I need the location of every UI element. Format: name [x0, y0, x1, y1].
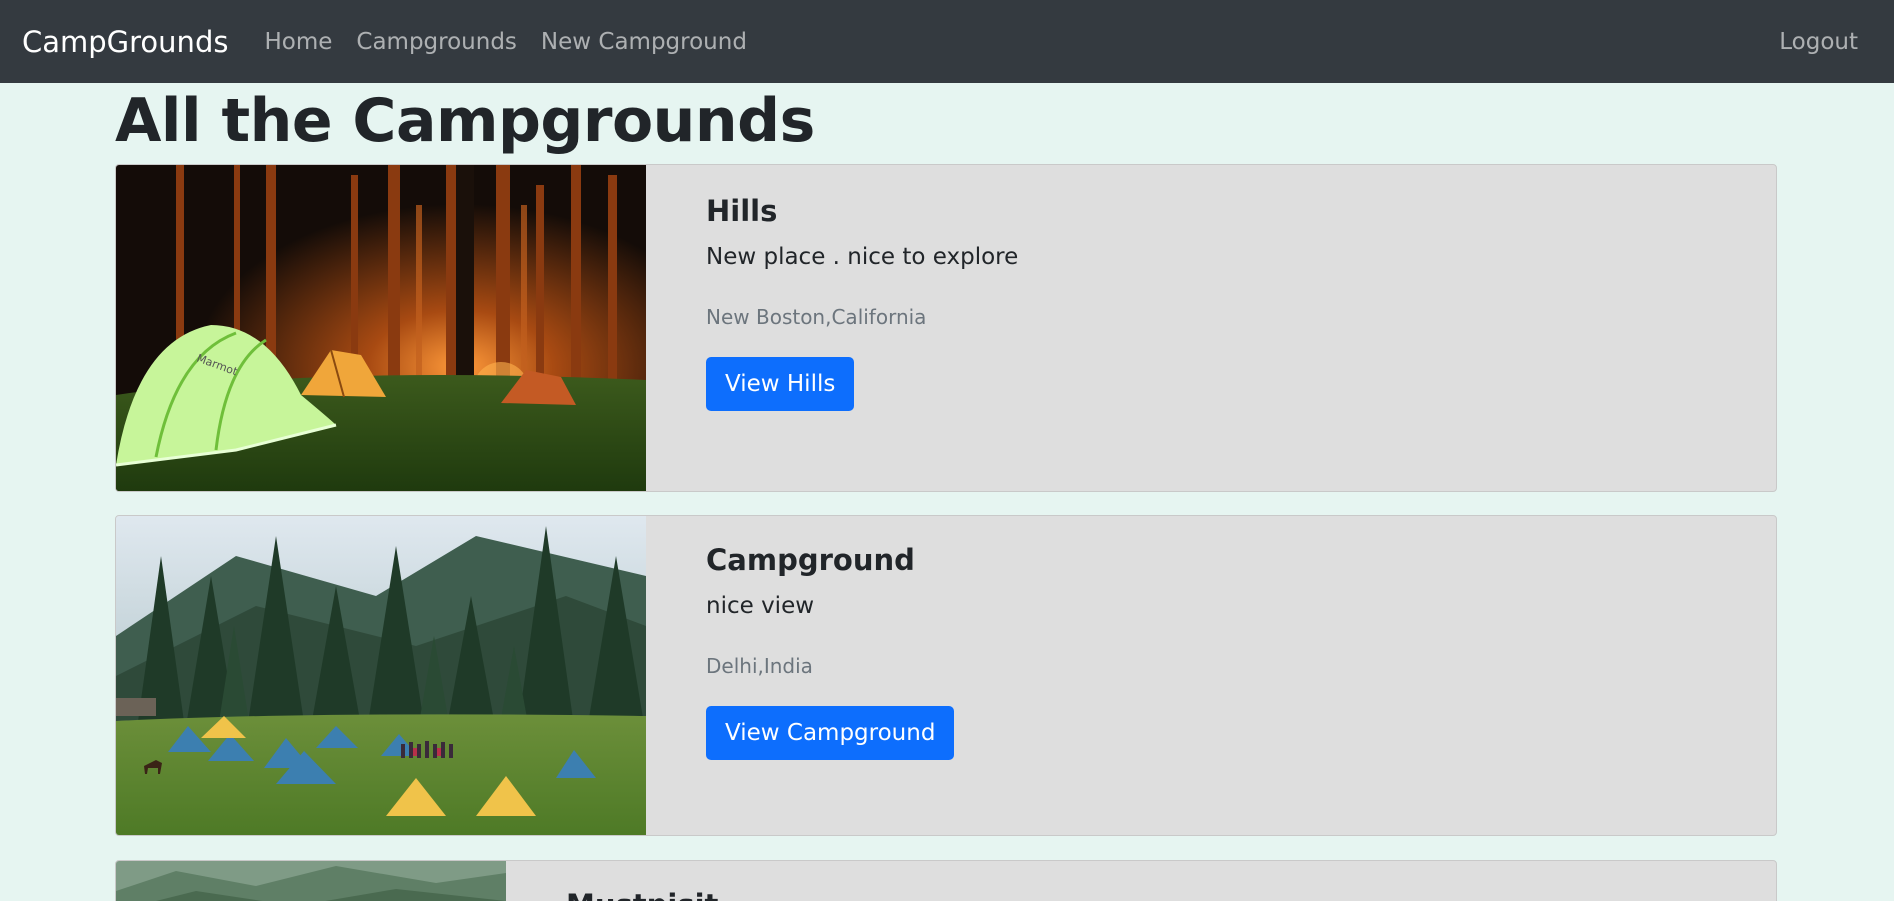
brand-link[interactable]: CampGrounds	[22, 25, 228, 59]
nav-link-campgrounds[interactable]: Campgrounds	[356, 29, 517, 55]
campground-image	[116, 861, 506, 901]
campground-image: Marmot	[116, 165, 646, 491]
campground-location: Delhi,India	[706, 654, 813, 678]
mountain-forest-image	[116, 861, 506, 901]
campground-card-body: Mustpisit	[506, 861, 718, 901]
campground-image	[116, 516, 646, 835]
campground-description: nice view	[706, 593, 815, 619]
page-title: All the Campgrounds	[115, 86, 815, 156]
campground-location: New Boston,California	[706, 305, 927, 329]
campground-title: Hills	[706, 194, 778, 228]
campground-card: Mustpisit	[115, 860, 1777, 901]
navbar: CampGrounds Home Campgrounds New Campgro…	[0, 0, 1894, 83]
campground-title: Campground	[706, 543, 915, 577]
campground-card: Marmot Hills New place . nice to explore…	[115, 164, 1777, 492]
campground-card-body: Hills New place . nice to explore New Bo…	[646, 165, 1018, 491]
nav-link-logout[interactable]: Logout	[1779, 29, 1858, 55]
meadow-tents-image	[116, 516, 646, 835]
night-forest-tents-image: Marmot	[116, 165, 646, 491]
nav-link-new-campground[interactable]: New Campground	[541, 29, 747, 55]
nav-link-home[interactable]: Home	[264, 29, 332, 55]
campground-card: Campground nice view Delhi,India View Ca…	[115, 515, 1777, 836]
campground-description: New place . nice to explore	[706, 244, 1019, 270]
campground-card-body: Campground nice view Delhi,India View Ca…	[646, 516, 955, 835]
view-campground-button[interactable]: View Hills	[706, 357, 855, 411]
campground-title: Mustpisit	[566, 887, 718, 901]
view-campground-button[interactable]: View Campground	[706, 706, 955, 760]
